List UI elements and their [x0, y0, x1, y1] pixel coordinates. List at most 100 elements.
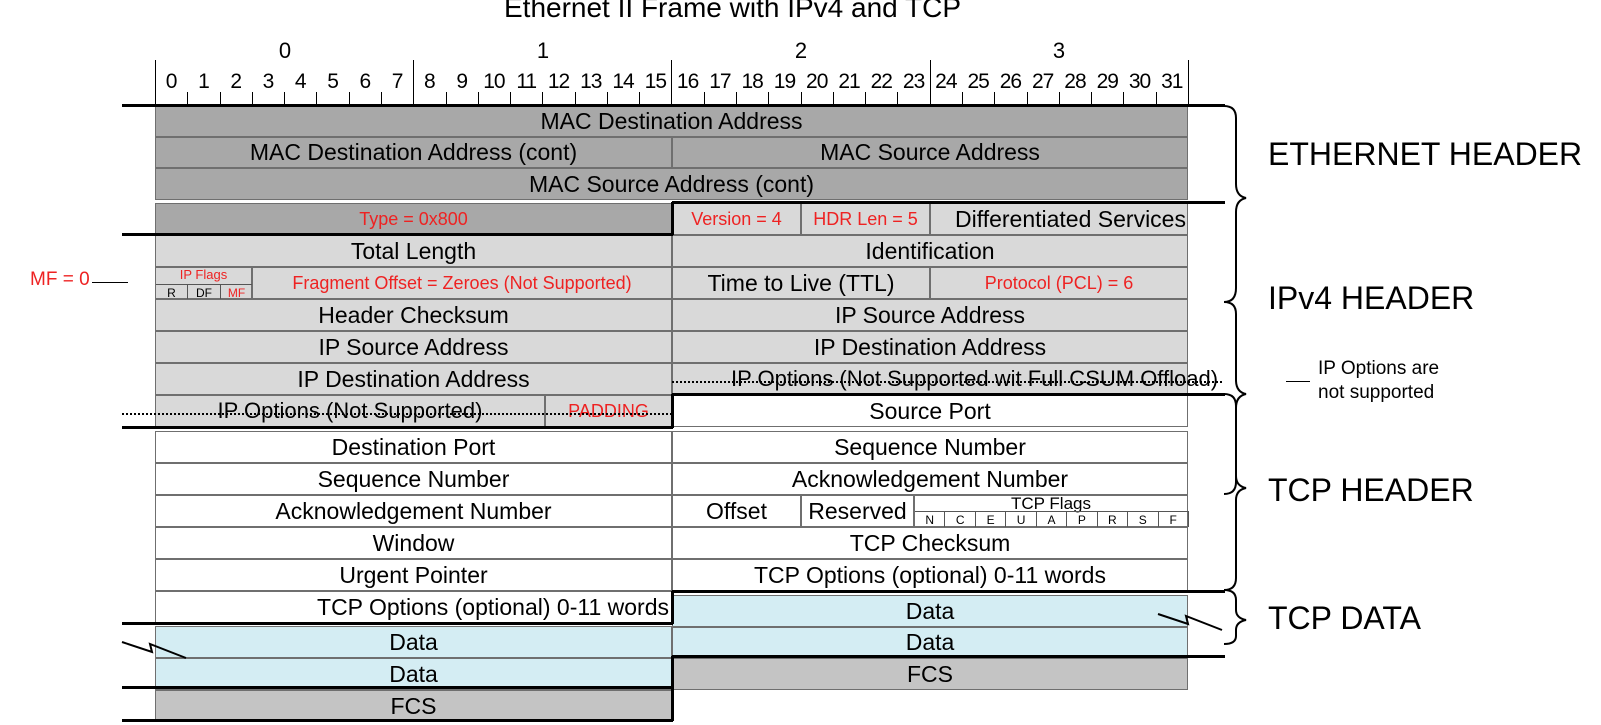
- ip-destination-address: IP Destination Address: [155, 363, 672, 395]
- tcp-flag-bit: C: [945, 511, 976, 527]
- mac-source-address-cont: MAC Source Address (cont): [155, 168, 1188, 200]
- tcp-flag-bit: E: [975, 511, 1007, 527]
- tcp-sequence-number: Sequence Number: [155, 463, 672, 495]
- tcp-data-boundary: [672, 590, 1225, 593]
- frame-check-sequence: FCS: [155, 690, 672, 722]
- ip-header-checksum: Header Checksum: [155, 299, 672, 331]
- bit-label: 7: [391, 70, 404, 93]
- mac-source-address: MAC Source Address: [672, 137, 1188, 168]
- bit-label: 14: [612, 70, 634, 93]
- bit-label: 3: [262, 70, 275, 93]
- tcp-header-brace: [1223, 393, 1247, 591]
- tcp-flag-bit: P: [1067, 511, 1098, 527]
- section-label-ipv4: IPv4 HEADER: [1268, 280, 1475, 316]
- ip-flags: IP Flags R DF MF: [155, 267, 253, 300]
- octet-label: 3: [1052, 38, 1066, 63]
- bit-label: 1: [198, 70, 210, 93]
- boundary-step: [671, 688, 674, 721]
- time-to-live: Time to Live (TTL): [672, 267, 930, 299]
- bit-label: 23: [902, 70, 925, 93]
- bit-label: 18: [741, 70, 763, 93]
- bit-label: 25: [967, 70, 989, 93]
- octet-label: 0: [278, 38, 292, 63]
- tcp-flag-bit: A: [1036, 511, 1068, 527]
- tcp-options: TCP Options (optional) 0-11 words: [672, 559, 1188, 591]
- bit-label: 5: [327, 70, 339, 93]
- ethernet-brace: [1223, 105, 1247, 303]
- bit-label: 19: [773, 70, 796, 93]
- bit-label: 27: [1032, 70, 1054, 93]
- ruler-tick: [1187, 60, 1189, 104]
- ip-source-address: IP Source Address: [672, 299, 1188, 331]
- tcp-reserved: Reserved: [801, 495, 914, 527]
- bit-label: 28: [1064, 70, 1086, 93]
- total-length: Total Length: [155, 235, 672, 267]
- tcp-flag-bit: S: [1128, 511, 1159, 527]
- tcp-acknowledgement-number: Acknowledgement Number: [672, 463, 1188, 495]
- bit-label: 21: [838, 70, 860, 93]
- bit-label: 24: [935, 70, 957, 93]
- tcp-flag-bit: U: [1006, 511, 1037, 527]
- octet-label: 1: [536, 38, 550, 63]
- flag-mf: MF: [221, 284, 253, 300]
- tcp-flags: TCP Flags NCEUAPRSF: [914, 494, 1189, 527]
- tcp-window: Window: [155, 527, 672, 559]
- bit-label: 8: [424, 70, 436, 93]
- ip-padding: PADDING: [545, 395, 672, 427]
- protocol: Protocol (PCL) = 6: [930, 267, 1188, 299]
- tcp-data: Data: [672, 627, 1188, 658]
- ip-options: IP Options (Not Supported): [155, 395, 545, 427]
- ip-version: Version = 4: [672, 203, 801, 235]
- tcp-urgent-pointer: Urgent Pointer: [155, 559, 672, 591]
- ip-options-note-line-2: not supported: [1318, 382, 1435, 403]
- bit-label: 12: [547, 70, 570, 93]
- tcp-flag-bit: N: [915, 511, 946, 527]
- boundary-step: [671, 656, 674, 688]
- boundary-step: [671, 394, 674, 428]
- identification: Identification: [672, 235, 1188, 267]
- bit-label: 22: [870, 70, 893, 93]
- ip-options-dashed-line: [122, 413, 672, 415]
- ethernet-ip-boundary: [672, 201, 1225, 204]
- mac-destination-address: MAC Destination Address: [155, 106, 1188, 137]
- section-label-tcp-header: TCP HEADER: [1268, 472, 1474, 508]
- bit-label: 31: [1161, 70, 1183, 93]
- frame-bottom-line: [122, 719, 673, 722]
- bit-label: 4: [294, 70, 307, 93]
- tcp-data-offset: Offset: [672, 495, 801, 527]
- bit-label: 16: [676, 70, 699, 93]
- tcp-flags-label: TCP Flags: [1011, 494, 1091, 513]
- mf-note-leader: [92, 282, 128, 283]
- flag-r: R: [156, 284, 188, 300]
- data-fcs-boundary: [672, 655, 1225, 658]
- tcp-flag-bit: F: [1158, 511, 1189, 527]
- bit-label: 17: [709, 70, 731, 93]
- tcp-data: Data: [155, 626, 672, 658]
- diagram-title: Ethernet II Frame with IPv4 and TCP: [503, 0, 961, 23]
- tcp-sequence-number: Sequence Number: [672, 431, 1188, 463]
- bit-label: 20: [806, 70, 828, 93]
- frame-top-line: [122, 104, 1225, 107]
- ip-tcp-boundary: [672, 393, 1225, 396]
- mac-destination-address-cont: MAC Destination Address (cont): [155, 137, 672, 168]
- bit-label: 6: [359, 70, 371, 93]
- section-label-ethernet: ETHERNET HEADER: [1268, 136, 1583, 172]
- ip-flags-label: IP Flags: [179, 267, 228, 282]
- tcp-destination-port: Destination Port: [155, 431, 672, 463]
- bit-label: 15: [644, 70, 667, 93]
- ip-destination-address: IP Destination Address: [672, 331, 1188, 363]
- frame-check-sequence: FCS: [672, 658, 1188, 690]
- ip-tcp-boundary: [122, 426, 673, 429]
- ip-options-note-line-1: IP Options are: [1318, 358, 1440, 379]
- tcp-flag-bit: R: [1097, 511, 1129, 527]
- break-marker-icon: [1157, 613, 1223, 631]
- bit-label: 2: [230, 70, 242, 93]
- boundary-step: [671, 591, 674, 624]
- bit-label: 30: [1128, 70, 1151, 93]
- bit-label: 11: [516, 70, 537, 93]
- bit-label: 13: [580, 70, 602, 93]
- ip-header-length: HDR Len = 5: [801, 203, 930, 235]
- tcp-data: Data: [672, 595, 1188, 627]
- octet-label: 2: [794, 38, 808, 63]
- tcp-checksum: TCP Checksum: [672, 527, 1188, 559]
